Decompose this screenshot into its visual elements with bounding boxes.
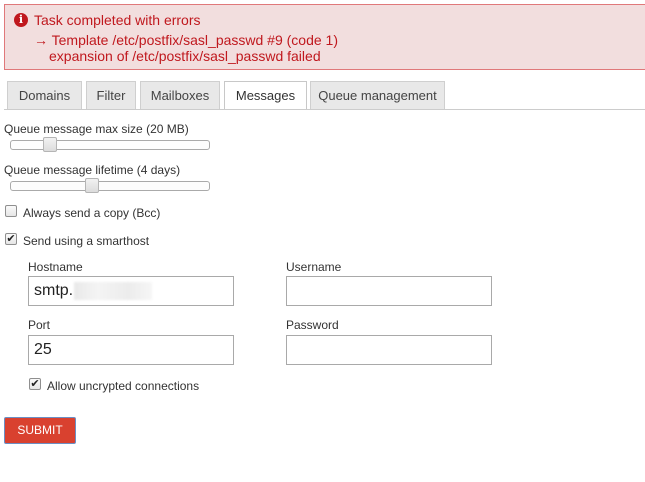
alert-message-line-2: expansion of /etc/postfix/sasl_passwd fa… [49,48,321,64]
redacted-blur [74,281,153,300]
tab-messages[interactable]: Messages [224,81,307,110]
lifetime-slider-thumb[interactable] [85,178,99,193]
smarthost-checkbox[interactable]: ✔ [5,233,17,245]
username-input[interactable] [286,276,492,306]
bcc-label: Always send a copy (Bcc) [23,206,161,220]
alert-title: Task completed with errors [34,12,201,28]
alert-message-line-1: → Template /etc/postfix/sasl_passwd #9 (… [34,32,339,48]
port-input[interactable]: 25 [28,335,234,365]
tab-filter[interactable]: Filter [86,81,136,109]
bcc-checkbox[interactable] [5,205,17,217]
info-icon: i [14,13,28,27]
lifetime-label: Queue message lifetime (4 days) [4,163,181,177]
hostname-value: smtp. [34,282,74,299]
submit-button[interactable]: SUBMIT [4,417,76,444]
password-label: Password [286,318,339,332]
hostname-label: Hostname [28,260,83,274]
unencrypted-checkbox[interactable]: ✔ [29,378,41,390]
tab-domains[interactable]: Domains [7,81,82,109]
username-label: Username [286,260,342,274]
max-size-slider-thumb[interactable] [43,137,57,152]
lifetime-slider[interactable] [10,178,210,193]
max-size-slider[interactable] [10,137,210,152]
port-label: Port [28,318,51,332]
max-size-label: Queue message max size (20 MB) [4,122,189,136]
smarthost-label: Send using a smarthost [23,234,150,248]
error-alert: i Task completed with errors → Template … [4,4,645,70]
unencrypted-label: Allow uncrypted connections [47,379,200,393]
tab-queue-management[interactable]: Queue management [310,81,445,109]
password-input[interactable] [286,335,492,365]
hostname-input[interactable]: smtp. [28,276,234,306]
tabs-divider [4,109,645,110]
tab-mailboxes[interactable]: Mailboxes [140,81,220,109]
